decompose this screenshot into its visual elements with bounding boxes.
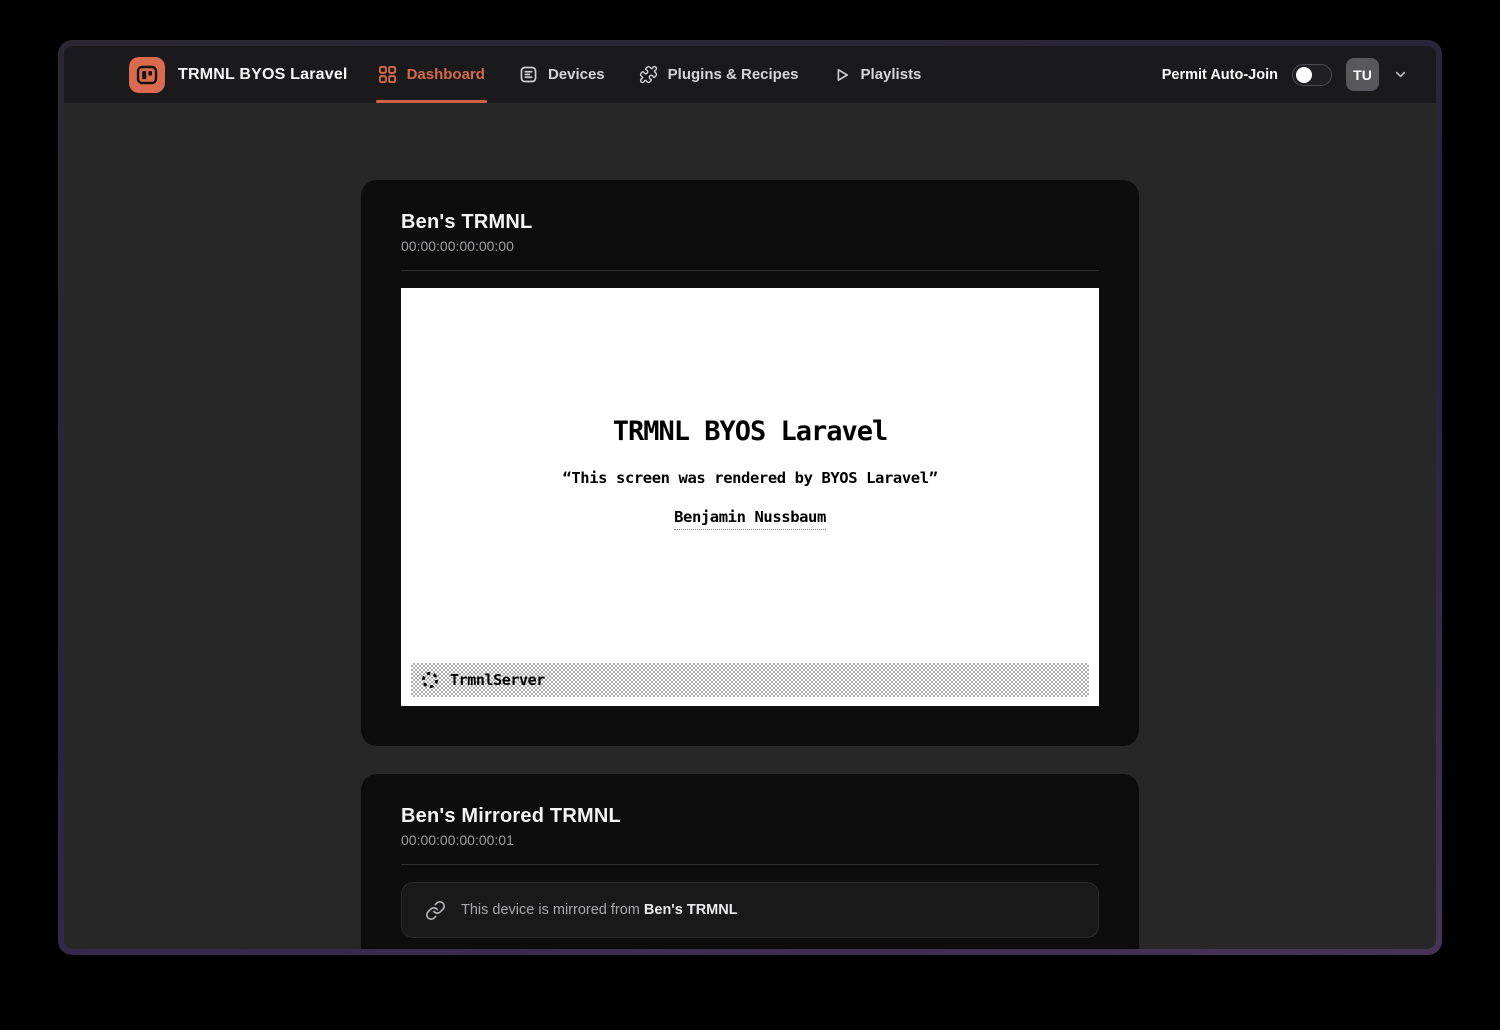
tab-playlists-label: Playlists	[861, 66, 922, 83]
chevron-down-icon[interactable]	[1393, 67, 1408, 82]
screen-quote: “This screen was rendered by BYOS Larave…	[401, 469, 1099, 487]
tab-plugins-recipes-label: Plugins & Recipes	[668, 66, 799, 83]
device-list-icon	[519, 65, 538, 84]
screen-status-label: TrmnlServer	[450, 671, 545, 689]
mirror-notice-prefix: This device is mirrored from	[461, 902, 640, 918]
app-window-inner: TRMNL BYOS Laravel Dashboard	[64, 46, 1436, 949]
tab-devices[interactable]: Devices	[519, 46, 605, 103]
device-name: Ben's TRMNL	[401, 211, 1099, 234]
mirror-notice: This device is mirrored from Ben's TRMNL	[401, 882, 1099, 938]
card-divider	[401, 864, 1099, 865]
toggle-knob	[1296, 67, 1312, 83]
mirror-source-device: Ben's TRMNL	[644, 902, 738, 918]
brand[interactable]: TRMNL BYOS Laravel	[129, 46, 348, 103]
top-navbar: TRMNL BYOS Laravel Dashboard	[64, 46, 1436, 103]
tab-dashboard[interactable]: Dashboard	[378, 46, 485, 103]
tab-plugins-recipes[interactable]: Plugins & Recipes	[639, 46, 799, 103]
tab-devices-label: Devices	[548, 66, 605, 83]
app-window: TRMNL BYOS Laravel Dashboard	[58, 40, 1442, 955]
screen-status-bar: TrmnlServer	[411, 663, 1089, 697]
card-divider	[401, 270, 1099, 271]
tab-dashboard-label: Dashboard	[407, 66, 485, 83]
user-avatar[interactable]: TU	[1346, 58, 1379, 91]
mirror-notice-text: This device is mirrored from Ben's TRMNL	[461, 902, 738, 918]
permit-auto-join-label: Permit Auto-Join	[1162, 67, 1278, 83]
play-icon	[833, 66, 851, 84]
device-mac-address: 00:00:00:00:00:00	[401, 238, 1099, 254]
spinner-icon	[420, 670, 440, 690]
device-mac-address: 00:00:00:00:00:01	[401, 832, 1099, 848]
eink-screen-preview: TRMNL BYOS Laravel “This screen was rend…	[401, 288, 1099, 706]
screen-title: TRMNL BYOS Laravel	[401, 288, 1099, 447]
permit-auto-join-toggle[interactable]	[1292, 64, 1332, 86]
active-tab-indicator	[376, 100, 487, 103]
tab-playlists[interactable]: Playlists	[833, 46, 922, 103]
primary-nav: Dashboard Devices	[378, 46, 922, 103]
grid-icon	[378, 65, 397, 84]
brand-title: TRMNL BYOS Laravel	[178, 66, 348, 84]
link-icon	[425, 900, 446, 921]
device-name: Ben's Mirrored TRMNL	[401, 805, 1099, 828]
navbar-right: Permit Auto-Join TU	[1162, 46, 1408, 103]
dashboard-content: Ben's TRMNL 00:00:00:00:00:00 TRMNL BYOS…	[64, 103, 1436, 949]
device-card-bens-mirrored-trmnl: Ben's Mirrored TRMNL 00:00:00:00:00:01 T…	[361, 774, 1139, 949]
device-card-bens-trmnl: Ben's TRMNL 00:00:00:00:00:00 TRMNL BYOS…	[361, 180, 1139, 746]
puzzle-icon	[639, 65, 658, 84]
trmnl-device-icon	[129, 57, 165, 93]
screen-author: Benjamin Nussbaum	[674, 508, 826, 530]
